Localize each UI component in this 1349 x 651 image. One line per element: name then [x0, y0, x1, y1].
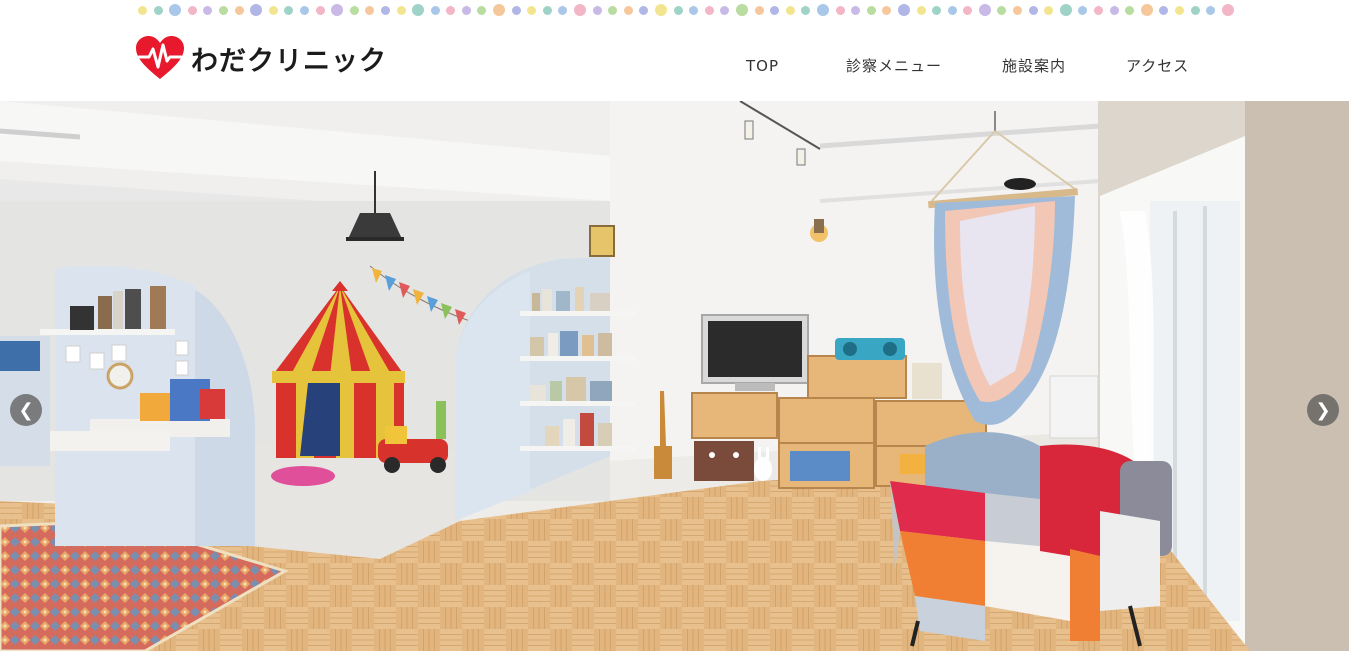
decor-dot [558, 5, 568, 15]
decor-dot [412, 4, 425, 16]
decor-dot [655, 4, 667, 16]
hero-slider: ❮ ❯ [0, 101, 1349, 651]
decor-dot [1044, 5, 1054, 15]
decor-dot [461, 5, 471, 15]
decor-dot [932, 5, 942, 15]
decor-dot [218, 5, 228, 15]
decor-dot [1013, 5, 1023, 15]
slider-next-button[interactable]: ❯ [1307, 394, 1339, 426]
decor-dot [299, 5, 309, 15]
decor-dot [477, 5, 487, 15]
decor-dot [169, 4, 182, 16]
main-nav: TOP 診察メニュー 施設案内 アクセス [746, 55, 1206, 76]
decor-dot [234, 5, 244, 15]
decor-dot [1028, 5, 1038, 15]
heart-pulse-icon [135, 35, 185, 81]
slider-prev-button[interactable]: ❮ [10, 394, 42, 426]
decor-dot [187, 5, 197, 15]
site-header: わだクリニック TOP 診察メニュー 施設案内 アクセス [0, 0, 1349, 101]
decor-dot [897, 4, 910, 16]
decor-dot [1175, 5, 1184, 15]
decor-dot [689, 5, 699, 15]
decor-dot [1206, 5, 1216, 15]
decor-dot [315, 5, 325, 15]
decor-dot [1059, 4, 1072, 16]
decor-dot [203, 5, 213, 15]
decor-dot [574, 4, 587, 16]
decor-dot [720, 5, 730, 15]
decor-dot [331, 4, 344, 16]
decor-dot [542, 5, 552, 15]
decor-dot [1109, 5, 1119, 15]
decor-dot [1140, 4, 1153, 16]
nav-item-top[interactable]: TOP [746, 57, 846, 75]
decor-dot [349, 5, 359, 15]
decor-dot [704, 5, 714, 15]
decor-dot [882, 5, 892, 15]
decor-dot [997, 5, 1007, 15]
chevron-right-icon: ❯ [1315, 399, 1331, 421]
decor-dot [430, 5, 440, 15]
nav-item-menu[interactable]: 診察メニュー [846, 55, 1002, 76]
decor-dot [801, 5, 811, 15]
decor-dot [785, 5, 795, 15]
decor-dot [851, 5, 861, 15]
decor-dot [947, 5, 957, 15]
decor-dot [365, 5, 375, 15]
decor-dot [592, 5, 602, 15]
nav-item-access[interactable]: アクセス [1126, 55, 1206, 76]
decor-dot [978, 4, 991, 16]
decor-dot [396, 5, 406, 15]
decor-dot [866, 5, 876, 15]
decor-dot [608, 5, 618, 15]
decor-dot [1078, 5, 1088, 15]
dotted-border [138, 3, 1234, 17]
site-logo[interactable]: わだクリニック [135, 34, 387, 82]
nav-item-facility[interactable]: 施設案内 [1002, 55, 1126, 76]
chevron-left-icon: ❮ [18, 399, 34, 421]
decor-dot [138, 5, 147, 15]
decor-dot [639, 5, 649, 15]
decor-dot [623, 5, 633, 15]
decor-dot [1221, 4, 1234, 16]
decor-dot [963, 5, 973, 15]
decor-dot [446, 5, 456, 15]
decor-dot [835, 5, 845, 15]
decor-dot [1159, 5, 1169, 15]
kids-playroom-photo [0, 101, 1349, 651]
decor-dot [284, 5, 294, 15]
decor-dot [250, 4, 263, 16]
decor-dot [1094, 5, 1104, 15]
decor-dot [1125, 5, 1135, 15]
decor-dot [735, 4, 748, 16]
decor-dot [916, 5, 926, 15]
decor-dot [754, 5, 764, 15]
decor-dot [380, 5, 390, 15]
decor-dot [153, 5, 163, 15]
decor-dot [816, 4, 829, 16]
decor-dot [268, 5, 278, 15]
decor-dot [1190, 5, 1200, 15]
decor-dot [493, 4, 506, 16]
decor-dot [527, 5, 537, 15]
logo-text: わだクリニック [191, 45, 387, 77]
decor-dot [511, 5, 521, 15]
decor-dot [673, 5, 683, 15]
decor-dot [770, 5, 780, 15]
page: わだクリニック TOP 診察メニュー 施設案内 アクセス ❮ ❯ [0, 0, 1349, 651]
